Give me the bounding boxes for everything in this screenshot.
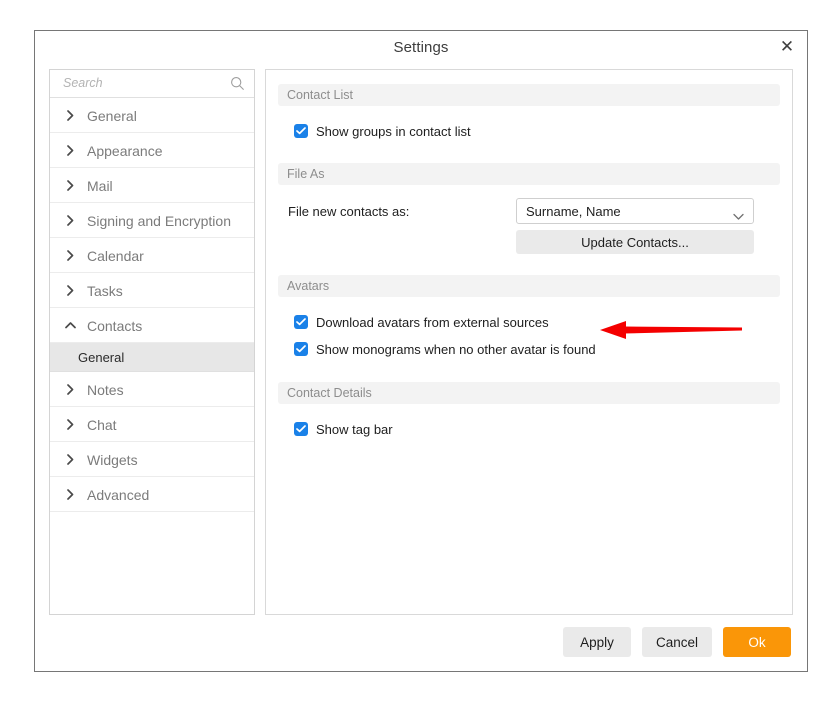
option-show-tag-bar[interactable]: Show tag bar	[266, 418, 792, 440]
chevron-right-icon	[63, 133, 77, 168]
checkbox-checked-icon[interactable]	[294, 422, 308, 436]
checkbox-checked-icon[interactable]	[294, 315, 308, 329]
option-label: Download avatars from external sources	[316, 314, 549, 330]
option-label: Show tag bar	[316, 421, 393, 437]
chevron-right-icon	[63, 238, 77, 273]
sidebar-item-widgets[interactable]: Widgets	[50, 442, 254, 477]
sidebar-subitem-label: General	[78, 349, 125, 365]
sidebar-item-label: Contacts	[87, 317, 143, 334]
chevron-down-icon	[733, 207, 744, 225]
sidebar-item-chat[interactable]: Chat	[50, 407, 254, 442]
sidebar-item-label: Appearance	[87, 142, 163, 159]
option-label: Show groups in contact list	[316, 123, 471, 139]
sidebar-item-appearance[interactable]: Appearance	[50, 133, 254, 168]
chevron-right-icon	[63, 407, 77, 442]
section-header-file-as: File As	[278, 163, 780, 185]
dialog-body: General Appearance Mail	[35, 67, 807, 671]
sidebar-item-label: Chat	[87, 416, 117, 433]
section-header-label: Contact List	[287, 88, 354, 102]
sidebar-item-notes[interactable]: Notes	[50, 372, 254, 407]
sidebar-item-label: Mail	[87, 177, 113, 194]
sidebar-item-general[interactable]: General	[50, 98, 254, 133]
chevron-right-icon	[63, 477, 77, 512]
dialog-title: Settings	[393, 39, 449, 56]
file-as-select[interactable]: Surname, Name	[516, 198, 754, 224]
chevron-up-icon	[63, 308, 77, 343]
sidebar-item-advanced[interactable]: Advanced	[50, 477, 254, 512]
settings-content-panel: Contact List Show groups in contact list…	[265, 69, 793, 615]
sidebar-item-label: Calendar	[87, 247, 144, 264]
search-input[interactable]	[61, 75, 215, 91]
screen: Settings ✕ Search General Appearance Mai…	[0, 0, 840, 706]
update-contacts-row: Update Contacts...	[266, 230, 792, 254]
sidebar-item-label: Notes	[87, 381, 124, 398]
chevron-right-icon	[63, 203, 77, 238]
sidebar-search-row	[50, 70, 254, 98]
sidebar-item-calendar[interactable]: Calendar	[50, 238, 254, 273]
chevron-right-icon	[63, 273, 77, 308]
section-header-avatars: Avatars	[278, 275, 780, 297]
checkbox-checked-icon[interactable]	[294, 124, 308, 138]
sidebar-item-mail[interactable]: Mail	[50, 168, 254, 203]
option-show-monograms[interactable]: Show monograms when no other avatar is f…	[266, 338, 792, 360]
dialog-footer: Apply Cancel Ok	[562, 627, 791, 657]
chevron-right-icon	[63, 372, 77, 407]
field-file-new-contacts-as: File new contacts as: Surname, Name	[266, 197, 792, 225]
ok-button[interactable]: Ok	[723, 627, 791, 657]
sidebar-item-label: Widgets	[87, 451, 138, 468]
cancel-button[interactable]: Cancel	[641, 627, 712, 657]
sidebar-subitem-contacts-general[interactable]: General	[50, 343, 254, 372]
sidebar-item-label: Signing and Encryption	[87, 212, 231, 229]
sidebar-item-label: Advanced	[87, 486, 150, 503]
chevron-right-icon	[63, 442, 77, 477]
option-label: Show monograms when no other avatar is f…	[316, 341, 596, 357]
sidebar-item-label: General	[87, 107, 137, 124]
section-header-label: Contact Details	[287, 386, 372, 400]
option-download-avatars[interactable]: Download avatars from external sources	[266, 311, 792, 333]
update-contacts-button[interactable]: Update Contacts...	[516, 230, 754, 254]
sidebar-item-tasks[interactable]: Tasks	[50, 273, 254, 308]
chevron-right-icon	[63, 98, 77, 133]
sidebar-item-label: Tasks	[87, 282, 123, 299]
search-icon[interactable]	[230, 76, 245, 91]
close-icon[interactable]: ✕	[775, 36, 799, 60]
section-header-contact-details: Contact Details	[278, 382, 780, 404]
dialog-titlebar: Settings ✕	[35, 31, 807, 67]
section-header-label: Avatars	[287, 279, 330, 293]
apply-button[interactable]: Apply	[562, 627, 631, 657]
section-header-label: File As	[287, 167, 325, 181]
option-show-groups-in-contact-list[interactable]: Show groups in contact list	[266, 120, 792, 142]
section-header-contact-list: Contact List	[278, 84, 780, 106]
settings-sidebar: General Appearance Mail	[49, 69, 255, 615]
sidebar-item-contacts[interactable]: Contacts	[50, 308, 254, 343]
checkbox-checked-icon[interactable]	[294, 342, 308, 356]
sidebar-item-signing-and-encryption[interactable]: Signing and Encryption	[50, 203, 254, 238]
field-label: File new contacts as:	[288, 203, 410, 219]
file-as-select-value: Surname, Name	[526, 203, 621, 219]
settings-dialog: Settings ✕ Search General Appearance Mai…	[34, 30, 808, 672]
chevron-right-icon	[63, 168, 77, 203]
